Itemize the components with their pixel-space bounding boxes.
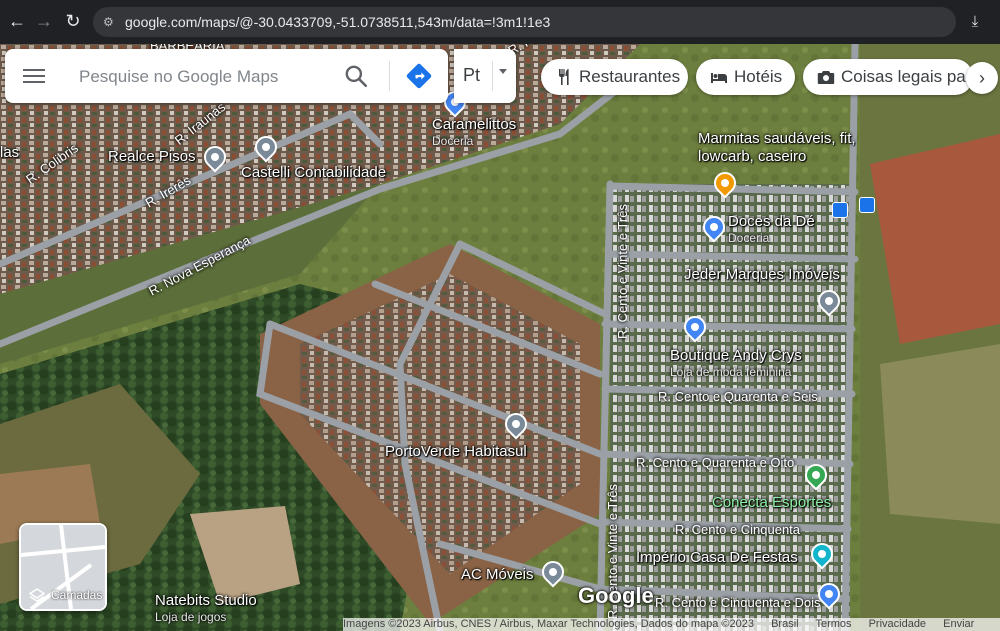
chevron-down-icon[interactable] [499, 69, 507, 74]
satellite-map[interactable]: R. Colibris R. Iraunas R. Irerês R. Nova… [0, 44, 1000, 631]
directions-icon[interactable] [405, 62, 433, 90]
fork-knife-icon [559, 69, 569, 85]
place-realce-pisos[interactable]: Realce Pisos [108, 148, 196, 165]
back-arrow-icon[interactable]: ← [4, 8, 30, 34]
language-selector[interactable]: Pt [454, 49, 516, 103]
street-label-146: R. Cento e Quarenta e Seis [658, 389, 818, 404]
chip-restaurantes-label: Restaurantes [579, 67, 681, 86]
layers-label: Camadas [51, 588, 103, 602]
footer-link-brasil[interactable]: Brasil [771, 618, 799, 630]
place-castelli-contabilidade[interactable]: Castelli Contabilidade [241, 164, 386, 181]
place-label-partial: las [0, 144, 20, 161]
place-natebits-category: Loja de jogos [155, 610, 227, 624]
place-caramelittos[interactable]: Caramelittos [432, 116, 516, 133]
url-text: google.com/maps/@-30.0433709,-51.0738511… [125, 14, 551, 30]
map-footer: Imagens ©2023 Airbus, CNES / Airbus, Max… [343, 618, 1000, 631]
street-label-150: R. Cento e Cinquenta [675, 522, 801, 537]
place-imperio-casa-de-festas[interactable]: Império Casa De Festas [636, 549, 798, 566]
forward-arrow-icon[interactable]: → [31, 8, 57, 34]
site-info-icon[interactable]: ⚙ [103, 7, 114, 37]
browser-toolbar: ← → ↻ ⚙ google.com/maps/@-30.0433709,-51… [0, 0, 1000, 44]
street-label-152: R. Cento e Cinquenta e Dois [655, 595, 821, 610]
menu-icon[interactable] [23, 65, 47, 87]
place-jeder-marques[interactable]: Jeder Marques Imóveis [684, 266, 840, 283]
bus-stop-icon[interactable] [832, 202, 848, 218]
search-panel [5, 49, 448, 103]
imagery-attribution: Imagens ©2023 Airbus, CNES / Airbus, Max… [343, 618, 755, 630]
place-boutique-andy-crys[interactable]: Boutique Andy Crys [670, 347, 802, 364]
google-logo: Google [578, 583, 654, 608]
layers-button[interactable]: Camadas [19, 523, 107, 611]
footer-link-enviar[interactable]: Enviar [943, 618, 974, 630]
language-divider [492, 61, 493, 91]
place-doces-da-de-category: Doceria [728, 231, 770, 245]
footer-link-termos[interactable]: Termos [815, 618, 851, 630]
layers-icon [29, 588, 45, 602]
place-conecta-esportes[interactable]: Conecta Esportes [712, 494, 831, 511]
street-label-148: R. Cento e Quarenta e Oito [636, 455, 795, 470]
chip-coisas-legais-label: Coisas legais par [841, 67, 972, 86]
install-app-icon[interactable]: ⤓ [963, 10, 987, 34]
footer-link-privacidade[interactable]: Privacidade [869, 618, 926, 630]
chip-restaurantes[interactable]: Restaurantes [541, 59, 688, 95]
chevron-right-icon[interactable]: › [966, 62, 998, 94]
place-caramelittos-category: Doceria [432, 134, 474, 148]
search-input[interactable] [77, 63, 341, 91]
address-bar[interactable]: ⚙ google.com/maps/@-30.0433709,-51.07385… [93, 7, 956, 37]
chip-hoteis[interactable]: Hotéis [696, 59, 795, 95]
place-natebits-studio[interactable]: Natebits Studio [155, 592, 257, 609]
search-icon[interactable] [343, 63, 369, 89]
place-portoverde-habitasul[interactable]: PortoVerde Habitasul [385, 443, 527, 460]
chip-hoteis-label: Hotéis [734, 67, 783, 86]
search-divider [389, 61, 390, 91]
language-label: Pt [463, 65, 481, 85]
place-boutique-category: Loja de moda feminina [670, 365, 792, 379]
reload-icon[interactable]: ↻ [60, 8, 86, 34]
place-ac-moveis[interactable]: AC Móveis [461, 566, 534, 583]
bed-icon [711, 73, 727, 83]
bus-stop-icon[interactable] [859, 197, 875, 213]
place-doces-da-de[interactable]: Doces da Dé [728, 213, 815, 230]
chip-coisas-legais[interactable]: Coisas legais par [803, 59, 973, 95]
street-label-123-north: R. Cento e Vinte e Três [614, 204, 630, 339]
camera-icon [817, 71, 835, 84]
place-marmitas[interactable]: Marmitas saudáveis, fit, lowcarb, caseir… [698, 130, 858, 166]
